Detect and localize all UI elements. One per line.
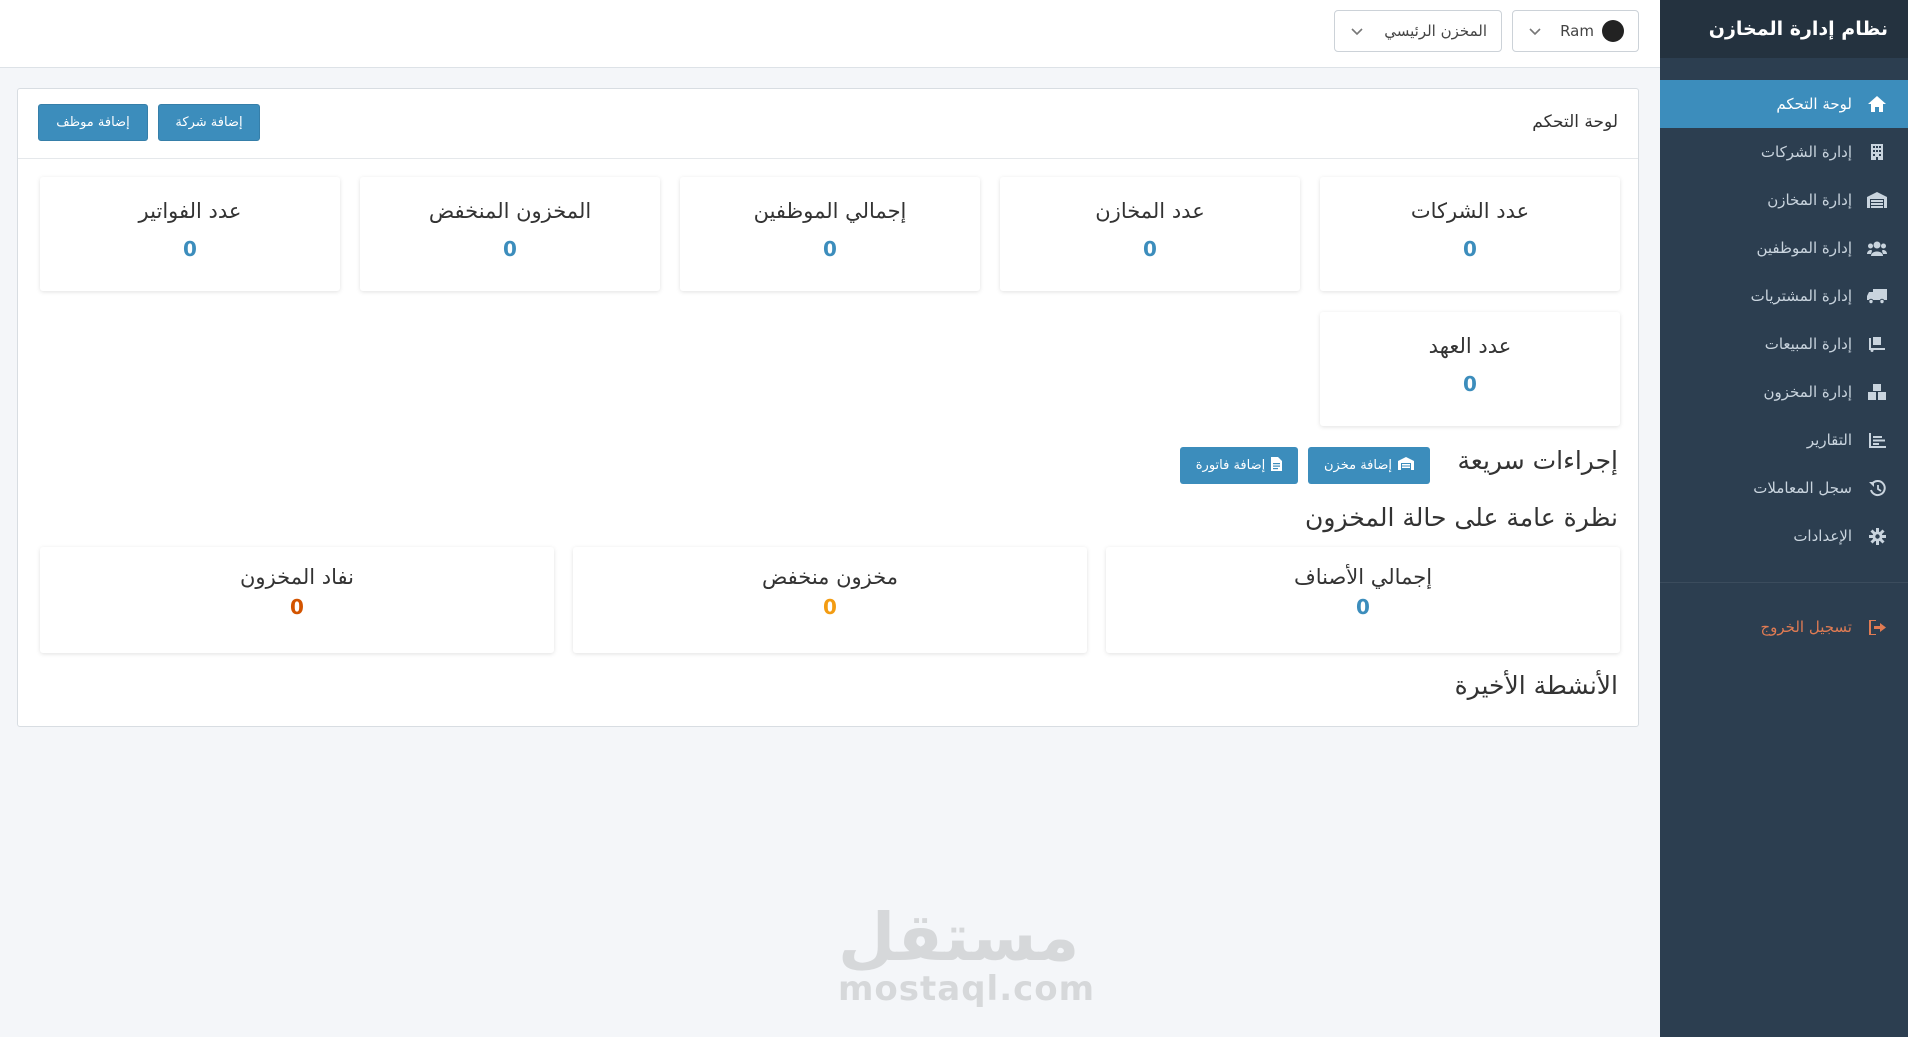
overview-card-total-items: إجمالي الأصناف 0 <box>1106 547 1620 653</box>
sidebar-item-label: إدارة المخازن <box>1767 191 1852 209</box>
store-select-value: المخزن الرئيسي <box>1384 22 1487 40</box>
warehouse-icon <box>1398 457 1414 474</box>
stat-label: عدد الفواتير <box>138 199 242 223</box>
users-icon <box>1866 241 1888 256</box>
sidebar-item-dashboard[interactable]: لوحة التحكم <box>1660 80 1908 128</box>
chevron-down-icon <box>1527 23 1543 39</box>
overview-label: إجمالي الأصناف <box>1293 565 1433 589</box>
sidebar-item-label: تسجيل الخروج <box>1760 618 1852 636</box>
stat-label: عدد الشركات <box>1410 199 1530 223</box>
sidebar-item-employees[interactable]: إدارة الموظفين <box>1660 224 1908 272</box>
chevron-down-icon <box>1349 23 1365 39</box>
recent-activities-title: الأنشطة الأخيرة <box>1454 671 1618 700</box>
dolly-icon <box>1866 336 1888 352</box>
panel-header: لوحة التحكم إضافة موظف إضافة شركة <box>18 89 1638 159</box>
sidebar-item-logout[interactable]: تسجيل الخروج <box>1660 603 1908 651</box>
sidebar-item-label: إدارة المخزون <box>1763 383 1852 401</box>
dashboard-panel: لوحة التحكم إضافة موظف إضافة شركة عدد ال… <box>17 88 1639 727</box>
sidebar-item-warehouses[interactable]: إدارة المخازن <box>1660 176 1908 224</box>
sidebar-nav: لوحة التحكم إدارة الشركات إدارة المخازن … <box>1660 80 1908 651</box>
stat-value: 0 <box>823 237 837 261</box>
stat-card-companies: عدد الشركات 0 <box>1320 177 1620 291</box>
building-icon <box>1866 144 1888 160</box>
sidebar-item-settings[interactable]: الإعدادات <box>1660 512 1908 560</box>
sign-out-icon <box>1866 619 1888 635</box>
truck-icon <box>1866 288 1888 304</box>
stat-value: 0 <box>503 237 517 261</box>
sidebar-item-companies[interactable]: إدارة الشركات <box>1660 128 1908 176</box>
warehouse-icon <box>1866 192 1888 208</box>
overview-value: 0 <box>823 595 837 619</box>
store-select[interactable]: المخزن الرئيسي <box>1334 10 1502 52</box>
overview-title: نظرة عامة على حالة المخزون <box>1305 503 1618 532</box>
sidebar-item-label: إدارة المشتريات <box>1750 287 1852 305</box>
stat-card-custody: عدد العهد 0 <box>1320 312 1620 426</box>
sidebar-item-label: لوحة التحكم <box>1776 95 1852 113</box>
avatar <box>1602 20 1624 42</box>
sidebar-item-purchases[interactable]: إدارة المشتريات <box>1660 272 1908 320</box>
sidebar: نظام إدارة المخازن لوحة التحكم إدارة الش… <box>1660 0 1908 1037</box>
sidebar-item-reports[interactable]: التقارير <box>1660 416 1908 464</box>
stat-card-employees: إجمالي الموظفين 0 <box>680 177 980 291</box>
stat-value: 0 <box>1463 372 1477 396</box>
add-warehouse-button[interactable]: إضافة مخزن <box>1308 447 1430 484</box>
user-menu[interactable]: Ram <box>1512 10 1639 52</box>
stat-card-low-stock: المخزون المنخفض 0 <box>360 177 660 291</box>
top-bar: المخزن الرئيسي Ram <box>0 0 1660 68</box>
app-title: نظام إدارة المخازن <box>1660 0 1908 58</box>
add-warehouse-label: إضافة مخزن <box>1323 458 1392 473</box>
quick-actions-title: إجراءات سريعة <box>1457 446 1619 475</box>
stat-card-invoices: عدد الفواتير 0 <box>40 177 340 291</box>
overview-card-out-of-stock: نفاد المخزون 0 <box>40 547 554 653</box>
overview-value: 0 <box>1356 595 1370 619</box>
user-name: Ram <box>1560 22 1594 40</box>
sidebar-item-label: إدارة الشركات <box>1760 143 1852 161</box>
history-icon <box>1866 479 1888 497</box>
overview-card-low-stock: مخزون منخفض 0 <box>573 547 1087 653</box>
sidebar-item-sales[interactable]: إدارة المبيعات <box>1660 320 1908 368</box>
boxes-icon <box>1866 384 1888 400</box>
overview-value: 0 <box>290 595 304 619</box>
stat-label: عدد العهد <box>1428 334 1512 358</box>
stat-label: عدد المخازن <box>1095 199 1205 223</box>
stat-label: إجمالي الموظفين <box>753 199 907 223</box>
add-invoice-label: إضافة فاتورة <box>1195 458 1266 473</box>
sidebar-item-label: إدارة المبيعات <box>1764 335 1852 353</box>
sidebar-item-inventory[interactable]: إدارة المخزون <box>1660 368 1908 416</box>
watermark-latin: mostaql.com <box>838 969 1096 1009</box>
home-icon <box>1866 96 1888 112</box>
overview-label: مخزون منخفض <box>761 565 899 589</box>
watermark-arabic: مستقل <box>838 899 1080 976</box>
stat-label: المخزون المنخفض <box>428 199 592 223</box>
add-employee-button[interactable]: إضافة موظف <box>38 104 148 141</box>
sidebar-item-transactions[interactable]: سجل المعاملات <box>1660 464 1908 512</box>
sidebar-item-label: الإعدادات <box>1793 527 1852 545</box>
stat-value: 0 <box>1463 237 1477 261</box>
page-title: لوحة التحكم <box>1532 112 1618 132</box>
stat-value: 0 <box>183 237 197 261</box>
sidebar-divider <box>1660 582 1908 583</box>
add-invoice-button[interactable]: إضافة فاتورة <box>1180 447 1298 484</box>
gear-icon <box>1866 527 1888 545</box>
sidebar-item-label: إدارة الموظفين <box>1756 239 1852 257</box>
overview-label: نفاد المخزون <box>240 565 354 589</box>
add-company-button[interactable]: إضافة شركة <box>158 104 260 141</box>
sidebar-item-label: سجل المعاملات <box>1753 479 1852 497</box>
watermark-logo: مستقل mostaql.com <box>838 899 1096 1010</box>
stat-value: 0 <box>1143 237 1157 261</box>
stat-card-warehouses: عدد المخازن 0 <box>1000 177 1300 291</box>
file-invoice-icon <box>1271 456 1283 475</box>
chart-icon <box>1866 432 1888 448</box>
sidebar-item-label: التقارير <box>1806 431 1852 449</box>
